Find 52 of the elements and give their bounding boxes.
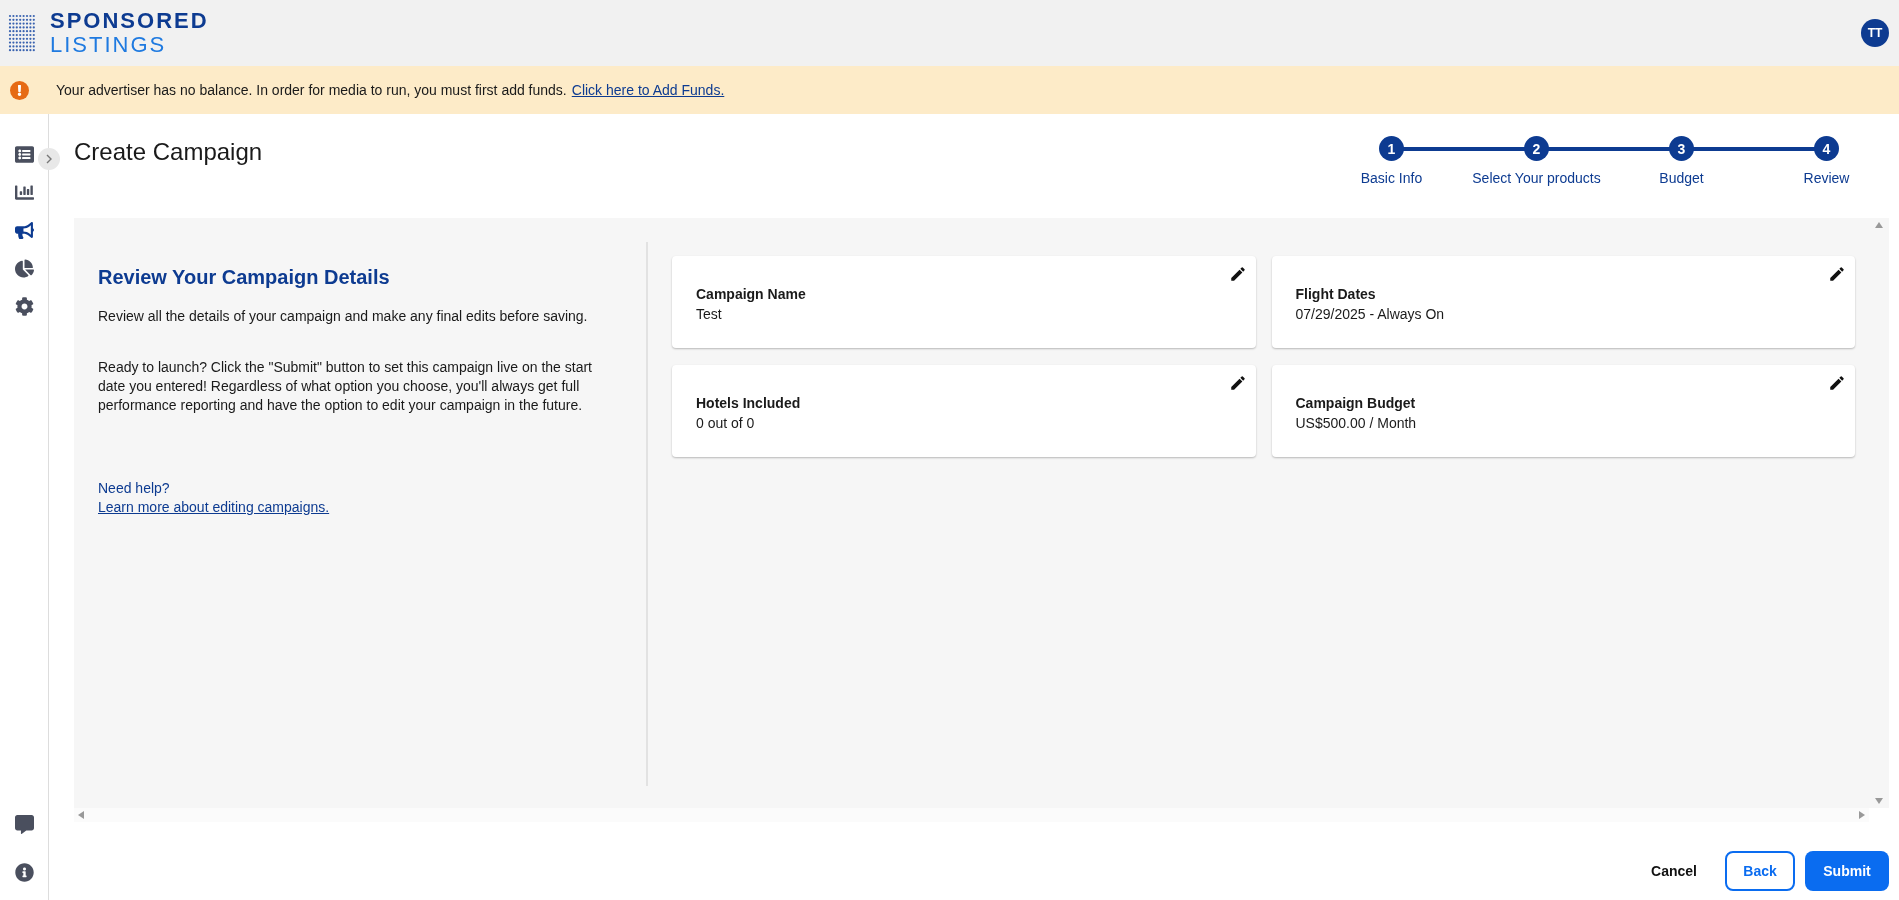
card-label: Campaign Name <box>696 286 807 302</box>
chevron-right-icon <box>46 154 52 164</box>
back-button[interactable]: Back <box>1725 851 1795 891</box>
section-heading: Review Your Campaign Details <box>98 266 391 289</box>
nav-item[interactable] <box>12 812 36 836</box>
cancel-button[interactable]: Cancel <box>1633 853 1715 889</box>
edit-button[interactable] <box>1827 373 1847 393</box>
list-icon <box>14 144 34 164</box>
nav-item[interactable] <box>12 860 36 884</box>
logo-text: SPONSORED <box>50 9 209 33</box>
help-link[interactable]: Learn more about editing campaigns. <box>98 499 330 515</box>
bar-chart-icon <box>14 182 34 202</box>
scroll-down-icon <box>1875 798 1883 804</box>
settings-icon <box>14 296 34 316</box>
help-text: Need help? <box>98 479 171 498</box>
step-number: 2 <box>1524 136 1549 161</box>
description-text: Ready to launch? Click the "Submit" button to set this campaign live on the start date you entered! Regardless of what option you choose, you'll always get full performance reporting and have the option to edit your campaign in the future. <box>98 358 593 415</box>
logo-text: LISTINGS <box>50 33 168 57</box>
step-label: Select Your products <box>1472 170 1601 186</box>
step-label: Basic Info <box>1360 170 1423 186</box>
card-value: 07/29/2025 - Always On <box>1295 306 1446 322</box>
step-label: Budget <box>1659 170 1704 186</box>
card-value: Test <box>696 306 723 322</box>
add-funds-link[interactable]: Click here to Add Funds. <box>571 82 725 98</box>
step-number: 4 <box>1814 136 1839 161</box>
megaphone-icon <box>14 220 34 240</box>
step-number: 1 <box>1379 136 1404 161</box>
scroll-left-icon <box>78 811 84 819</box>
logo-icon <box>8 14 36 52</box>
card-label: Flight Dates <box>1295 286 1377 302</box>
submit-button[interactable]: Submit <box>1805 851 1889 891</box>
edit-button[interactable] <box>1827 264 1847 284</box>
info-icon <box>14 862 34 882</box>
alert-message: Your advertiser has no balance. In order for media to run, you must first add funds. <box>56 82 567 98</box>
description-text: Review all the details of your campaign and make any final edits before saving. <box>98 307 589 326</box>
card-value: 0 out of 0 <box>696 415 756 431</box>
step-label: Review <box>1803 170 1850 186</box>
pencil-icon <box>1828 374 1846 392</box>
page-title: Create Campaign <box>74 138 263 166</box>
pencil-icon <box>1228 265 1247 283</box>
card-label: Hotels Included <box>696 395 802 411</box>
step-number: 3 <box>1669 136 1694 161</box>
pie-chart-icon <box>14 258 34 278</box>
pencil-icon <box>1828 265 1846 283</box>
help-icon <box>14 814 34 834</box>
warning-icon <box>10 80 29 100</box>
scroll-right-icon <box>1859 811 1865 819</box>
card-label: Campaign Budget <box>1295 395 1417 411</box>
card-value: US$500.00 / Month <box>1295 415 1418 431</box>
user-avatar[interactable]: TT <box>1861 19 1889 47</box>
pencil-icon <box>1228 374 1247 392</box>
scroll-up-icon <box>1875 222 1883 228</box>
